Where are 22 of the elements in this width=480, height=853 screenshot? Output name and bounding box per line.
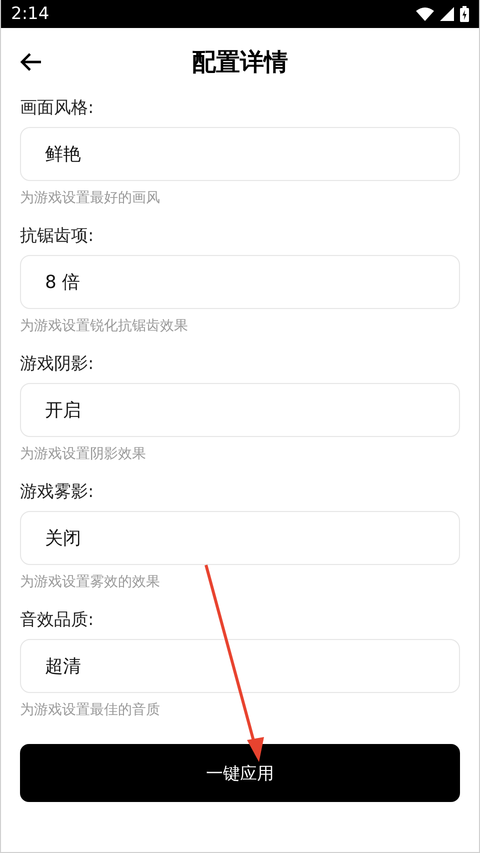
setting-field[interactable]: 关闭 — [20, 511, 460, 565]
signal-icon — [440, 7, 454, 21]
setting-label: 游戏雾影: — [20, 481, 95, 504]
setting-hint: 为游戏设置最佳的音质 — [20, 701, 161, 719]
apply-button[interactable]: 一键应用 — [20, 744, 460, 802]
setting-field[interactable]: 超清 — [20, 639, 460, 693]
back-button[interactable] — [20, 52, 42, 72]
wifi-icon — [416, 7, 434, 21]
setting-field[interactable]: 开启 — [20, 383, 460, 437]
setting-hint: 为游戏设置锐化抗锯齿效果 — [20, 317, 189, 335]
setting-field[interactable]: 8 倍 — [20, 255, 460, 309]
setting-label: 音效品质: — [20, 609, 95, 632]
battery-icon — [460, 6, 469, 22]
page-title: 配置详情 — [192, 47, 288, 78]
setting-hint: 为游戏设置最好的画风 — [20, 189, 161, 207]
setting-hint: 为游戏设置雾效的效果 — [20, 573, 161, 591]
setting-label: 画面风格: — [20, 97, 95, 120]
setting-hint: 为游戏设置阴影效果 — [20, 445, 147, 463]
setting-label: 游戏阴影: — [20, 353, 95, 376]
setting-label: 抗锯齿项: — [20, 225, 95, 248]
setting-field[interactable]: 鲜艳 — [20, 127, 460, 181]
status-time: 2:14 — [11, 4, 50, 24]
